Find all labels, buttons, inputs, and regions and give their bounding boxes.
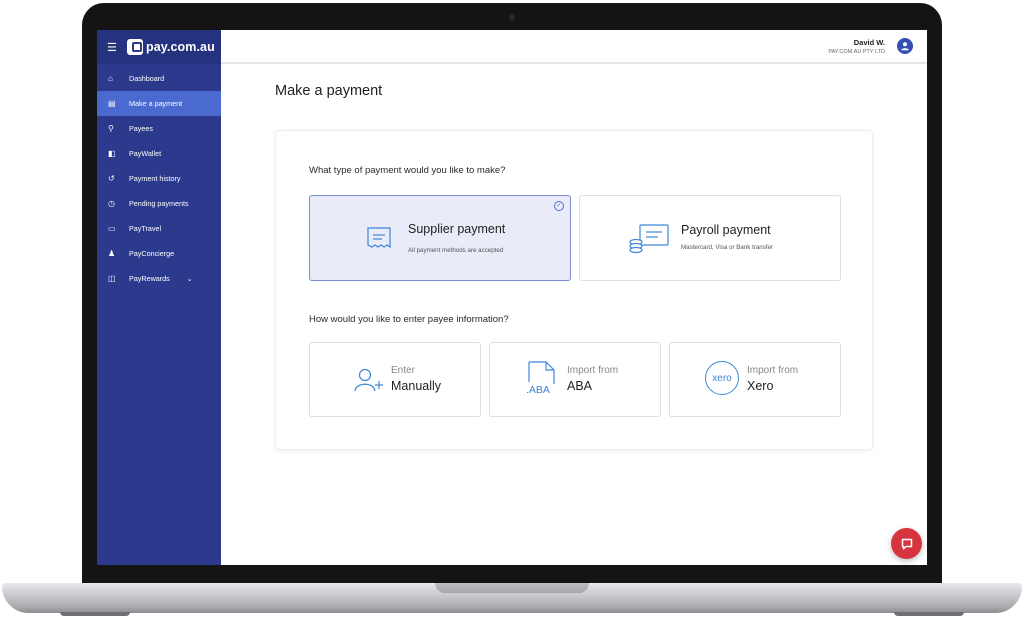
home-icon: ⌂ <box>108 74 113 83</box>
concierge-icon: ♟ <box>108 249 116 258</box>
import-aba-bottom: ABA <box>567 379 593 393</box>
aba-icon-text: .ABA <box>526 384 550 396</box>
payees-icon: ⚲ <box>108 124 114 133</box>
sidebar-item-payees[interactable]: ⚲ Payees <box>97 116 221 141</box>
sidebar-item-make-a-payment[interactable]: ▤ Make a payment <box>97 91 221 116</box>
sidebar-item-paywallet[interactable]: ◧ PayWallet <box>97 141 221 166</box>
payroll-icon <box>629 224 669 254</box>
xero-logo-text: xero <box>712 372 732 384</box>
enter-manually-option[interactable]: Enter Manually <box>309 342 481 417</box>
wallet-icon: ◧ <box>108 149 116 158</box>
laptop-notch <box>435 583 589 593</box>
hamburger-icon[interactable]: ☰ <box>107 41 121 54</box>
payroll-payment-option[interactable]: Payroll payment Mastercard, Visa or Bank… <box>579 195 841 281</box>
import-xero-bottom: Xero <box>747 379 774 393</box>
brand-bar: ☰ pay.com.au <box>97 30 221 64</box>
rewards-icon: ◫ <box>108 274 116 283</box>
sidebar-item-label: PayRewards <box>129 274 170 283</box>
user-org: PAY.COM.AU PTY LTD <box>828 49 885 55</box>
import-xero-option[interactable]: xero Import from Xero <box>669 342 841 417</box>
sidebar-item-label: Payees <box>129 124 153 133</box>
payroll-payment-title: Payroll payment <box>681 223 771 237</box>
history-icon: ↺ <box>108 174 115 183</box>
sidebar-item-paytravel[interactable]: ▭ PayTravel <box>97 216 221 241</box>
sidebar: ☰ pay.com.au ⌂ Dashboard ▤ Make a paymen… <box>97 30 221 565</box>
sidebar-item-label: Payment history <box>129 174 181 183</box>
payroll-payment-subtitle: Mastercard, Visa or Bank transfer <box>681 244 774 251</box>
clock-icon: ◷ <box>108 199 115 208</box>
enter-manually-top: Enter <box>391 365 415 376</box>
supplier-payment-title: Supplier payment <box>408 222 506 236</box>
sidebar-item-dashboard[interactable]: ⌂ Dashboard <box>97 66 221 91</box>
import-aba-option[interactable]: .ABA Import from ABA <box>489 342 661 417</box>
sidebar-item-label: PayWallet <box>129 149 162 158</box>
supplier-payment-subtitle: All payment methods are accepted <box>408 247 504 254</box>
sidebar-item-payment-history[interactable]: ↺ Payment history <box>97 166 221 191</box>
chat-icon <box>901 538 912 550</box>
check-icon: ✓ <box>554 201 564 211</box>
page-title: Make a payment <box>275 83 383 99</box>
app-screen: ☰ pay.com.au ⌂ Dashboard ▤ Make a paymen… <box>97 30 927 565</box>
payment-type-question: What type of payment would you like to m… <box>309 165 506 176</box>
top-bar: David W. PAY.COM.AU PTY LTD <box>221 30 927 64</box>
import-aba-top: Import from <box>567 365 619 376</box>
invoice-icon <box>367 227 391 249</box>
logo-icon <box>127 39 143 55</box>
sidebar-item-label: PayTravel <box>129 224 162 233</box>
sidebar-item-pending-payments[interactable]: ◷ Pending payments <box>97 191 221 216</box>
sidebar-item-payconcierge[interactable]: ♟ PayConcierge <box>97 241 221 266</box>
sidebar-item-label: Pending payments <box>129 199 189 208</box>
payment-icon: ▤ <box>108 99 116 108</box>
laptop-foot-left <box>60 612 130 616</box>
sidebar-item-label: Make a payment <box>129 99 183 108</box>
enter-manually-bottom: Manually <box>391 379 442 393</box>
chat-button[interactable] <box>891 528 922 559</box>
brand-name: pay.com.au <box>146 40 215 54</box>
user-name: David W. <box>853 38 885 47</box>
chevron-down-icon[interactable]: ⌄ <box>187 275 193 283</box>
supplier-payment-option[interactable]: Supplier payment All payment methods are… <box>309 195 571 281</box>
travel-icon: ▭ <box>108 224 116 233</box>
sidebar-item-label: Dashboard <box>129 74 165 83</box>
camera <box>509 14 515 20</box>
import-xero-top: Import from <box>747 365 799 376</box>
payee-entry-question: How would you like to enter payee inform… <box>309 314 509 325</box>
xero-logo-icon: xero <box>705 361 739 395</box>
sidebar-item-label: PayConcierge <box>129 249 175 258</box>
sidebar-nav: ⌂ Dashboard ▤ Make a payment ⚲ Payees ◧ … <box>97 66 221 291</box>
payment-card: What type of payment would you like to m… <box>275 130 873 450</box>
user-icon[interactable] <box>897 38 913 54</box>
sidebar-item-payrewards[interactable]: ◫ PayRewards ⌄ <box>97 266 221 291</box>
laptop-foot-right <box>894 612 964 616</box>
user-info[interactable]: David W. PAY.COM.AU PTY LTD <box>828 38 885 55</box>
add-user-icon <box>354 368 383 392</box>
